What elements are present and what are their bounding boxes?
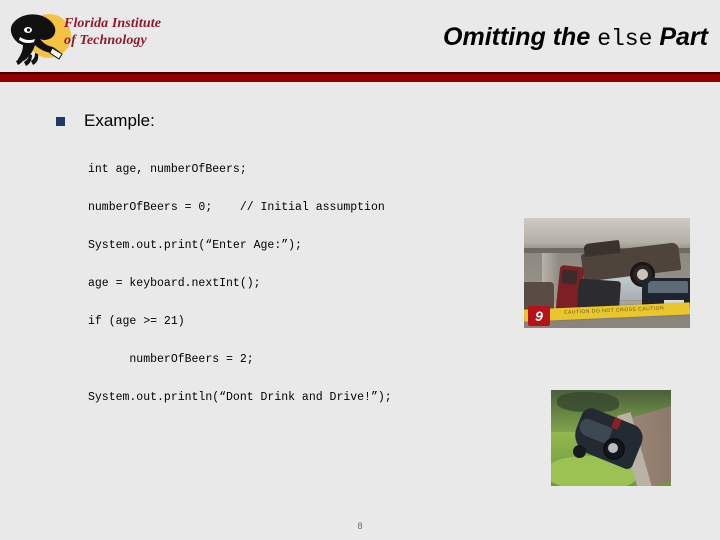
news-channel-logo: 9 xyxy=(528,306,550,326)
parked-car-right-window xyxy=(648,281,688,293)
slide-title: Omitting the else Part xyxy=(230,22,708,54)
bullet-item-label: Example: xyxy=(84,111,155,130)
overturned-red-car-window xyxy=(561,269,578,285)
slide-title-part-2: Part xyxy=(652,23,708,51)
code-line: numberOfBeers = 0; // Initial assumption xyxy=(88,201,385,214)
bullet-square-icon xyxy=(56,116,65,126)
logo-wordmark-line-1: Florida Institute xyxy=(64,16,162,31)
code-line: numberOfBeers = 2; xyxy=(88,353,254,366)
code-line: int age, numberOfBeers; xyxy=(88,163,247,176)
submerged-car-wheel-front xyxy=(573,445,586,458)
logo-wordmark: Florida Institute of Technology xyxy=(64,16,200,62)
logo-wordmark-line-2: of Technology xyxy=(64,33,147,48)
code-line: System.out.print(“Enter Age:”); xyxy=(88,239,302,252)
slide-title-keyword: else xyxy=(597,26,653,52)
photo-parking-garage-crash: CAUTION DO NOT CROSS CAUTION 9 xyxy=(524,218,690,328)
slide-header: Florida Institute of Technology Omitting… xyxy=(0,0,720,82)
code-block: int age, numberOfBeers; numberOfBeers = … xyxy=(88,163,508,404)
submerged-car-wheel-rear xyxy=(603,438,625,460)
header-divider-rule xyxy=(0,72,720,82)
code-line: age = keyboard.nextInt(); xyxy=(88,277,261,290)
slide-title-part-1: Omitting the xyxy=(443,23,598,51)
florida-tech-logo: Florida Institute of Technology xyxy=(8,8,198,70)
code-line: System.out.println(“Dont Drink and Drive… xyxy=(88,391,392,404)
photo-car-in-pond xyxy=(551,390,671,486)
bullet-item-example: Example: xyxy=(56,110,155,132)
page-number: 8 xyxy=(357,521,363,531)
code-line: if (age >= 21) xyxy=(88,315,185,328)
